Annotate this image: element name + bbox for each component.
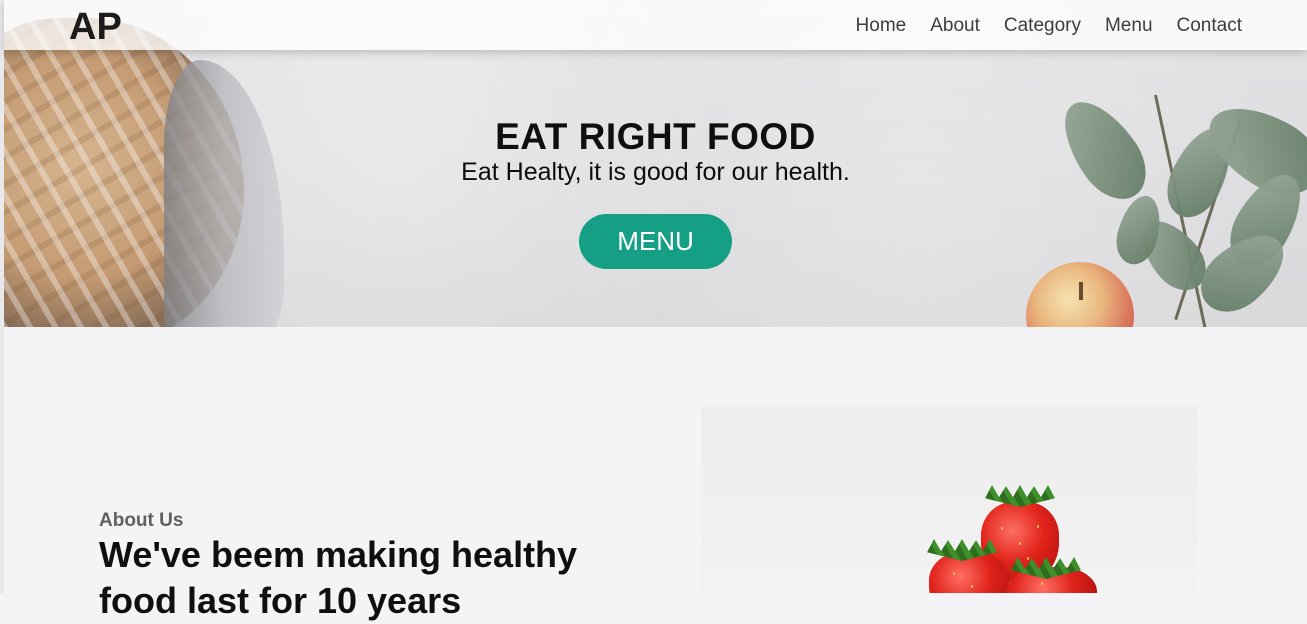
nav-link-about[interactable]: About xyxy=(930,15,980,37)
nav-link-home[interactable]: Home xyxy=(856,15,907,37)
about-heading: We've beem making healthy food last for … xyxy=(99,534,578,621)
about-eyebrow: About Us xyxy=(99,510,184,531)
nav-link-category[interactable]: Category xyxy=(1004,15,1081,37)
nav-links: Home About Category Menu Contact xyxy=(856,15,1242,37)
nav-link-menu[interactable]: Menu xyxy=(1105,15,1153,37)
hero-subtitle: Eat Healty, it is good for our health. xyxy=(461,158,850,186)
menu-button[interactable]: MENU xyxy=(579,214,732,269)
navbar: AP Home About Category Menu Contact xyxy=(4,0,1307,50)
nav-link-contact[interactable]: Contact xyxy=(1177,15,1242,37)
hero-title: EAT RIGHT FOOD xyxy=(495,116,816,157)
strawberries-image xyxy=(701,407,1197,593)
logo[interactable]: AP xyxy=(69,6,122,49)
